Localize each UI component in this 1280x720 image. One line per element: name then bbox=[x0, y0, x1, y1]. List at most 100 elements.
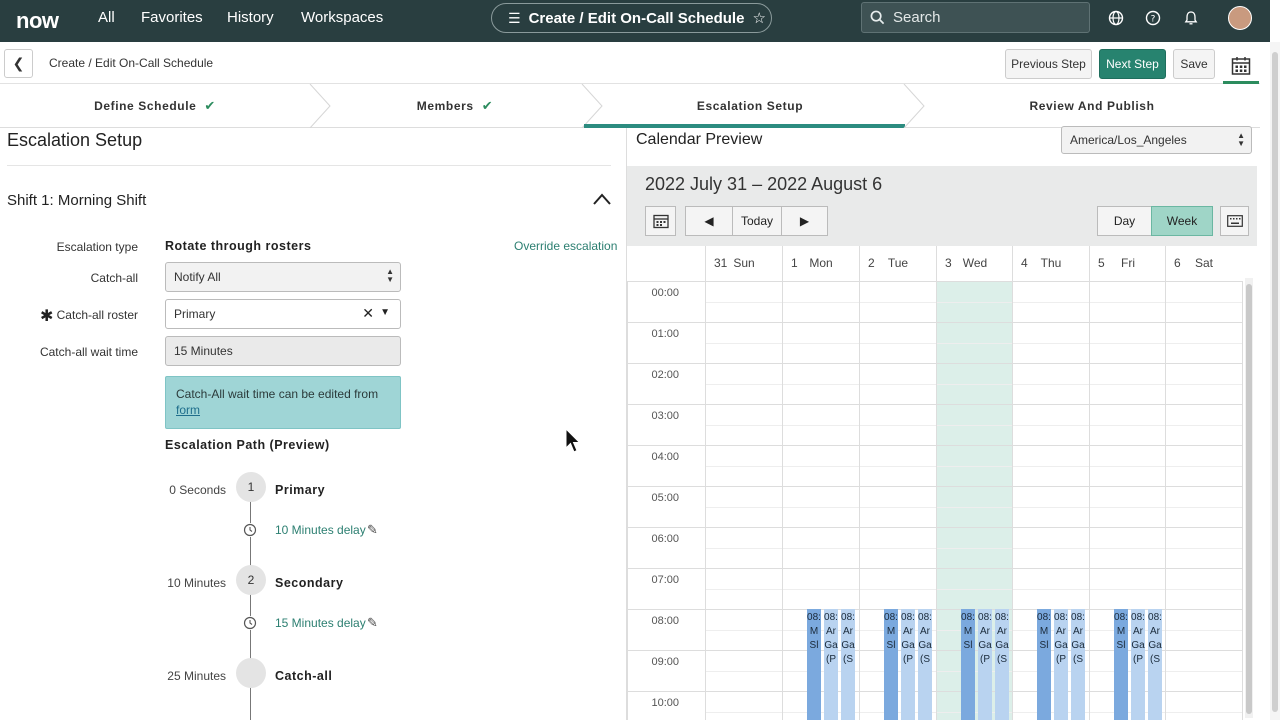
shift-event[interactable]: 08: Ar Ga (P bbox=[1054, 609, 1068, 720]
event-text: (P bbox=[1056, 654, 1066, 665]
nav-link-history[interactable]: History bbox=[227, 9, 274, 26]
day-header[interactable]: 31 Sun bbox=[705, 246, 782, 281]
step-members[interactable]: Members ✔ bbox=[330, 84, 580, 128]
scroll-thumb[interactable] bbox=[1246, 284, 1252, 714]
context-title-pill[interactable]: ☰ Create / Edit On-Call Schedule ☆ bbox=[491, 3, 772, 33]
star-icon[interactable]: ☆ bbox=[752, 9, 765, 27]
search-input[interactable] bbox=[893, 9, 1073, 26]
day-header[interactable]: 1 Mon bbox=[782, 246, 859, 281]
globe-icon[interactable] bbox=[1107, 9, 1125, 27]
mouse-cursor-icon bbox=[565, 428, 581, 453]
timezone-select[interactable]: America/Los_Angeles ▲ ▼ bbox=[1061, 126, 1252, 154]
week-view-button[interactable]: Week bbox=[1151, 206, 1213, 236]
catch-all-select[interactable]: Notify All ▲ ▼ bbox=[165, 262, 401, 292]
shift-event[interactable]: 08: Ar Ga (P bbox=[901, 609, 915, 720]
shift-event[interactable]: 08: Ar Ga (S bbox=[995, 609, 1009, 720]
nav-link-favorites[interactable]: Favorites bbox=[141, 9, 203, 26]
event-text: M bbox=[886, 626, 896, 637]
clear-icon[interactable]: ✕ bbox=[362, 305, 374, 322]
keyboard-button[interactable] bbox=[1220, 206, 1249, 236]
day-header[interactable]: 2 Tue bbox=[859, 246, 936, 281]
shift-event[interactable]: 08: Ar Ga (S bbox=[1071, 609, 1085, 720]
override-escalation-link[interactable]: Override escalation bbox=[514, 239, 617, 253]
select-arrows-icon: ▲ ▼ bbox=[386, 267, 394, 284]
bell-icon[interactable] bbox=[1182, 9, 1200, 27]
half-hour-line bbox=[705, 507, 1243, 508]
event-text: Ga bbox=[1148, 640, 1162, 651]
page-scrollbar[interactable] bbox=[1270, 42, 1280, 720]
next-step-button[interactable]: Next Step bbox=[1099, 49, 1166, 79]
shift-event[interactable]: 08: M Sl bbox=[1114, 609, 1128, 720]
info-form-link[interactable]: form bbox=[176, 403, 200, 417]
servicenow-logo[interactable]: now bbox=[16, 8, 59, 34]
hour-row: 00:00 bbox=[627, 281, 1243, 322]
catch-all-roster-value: Primary bbox=[174, 307, 216, 321]
date-picker-button[interactable] bbox=[645, 206, 676, 236]
day-header[interactable]: 3 Wed bbox=[936, 246, 1013, 281]
hour-label: 01:00 bbox=[651, 328, 679, 340]
path-step-time: 0 Seconds bbox=[169, 483, 226, 497]
hour-label: 02:00 bbox=[651, 369, 679, 381]
event-text: 08: bbox=[841, 612, 855, 623]
scroll-thumb[interactable] bbox=[1272, 52, 1278, 712]
hour-label: 00:00 bbox=[651, 287, 679, 299]
previous-step-button[interactable]: Previous Step bbox=[1005, 49, 1092, 79]
shift-event[interactable]: 08: M Sl bbox=[884, 609, 898, 720]
hour-row: 02:00 bbox=[627, 363, 1243, 404]
day-header[interactable]: 5 Fri bbox=[1089, 246, 1166, 281]
path-step-name: Catch-all bbox=[275, 669, 333, 683]
event-text: Sl bbox=[886, 640, 896, 651]
event-text: 08: bbox=[978, 612, 992, 623]
escalation-type-value: Rotate through rosters bbox=[165, 239, 312, 253]
calendar-scrollbar[interactable] bbox=[1245, 278, 1253, 718]
day-header[interactable]: 6 Sat bbox=[1165, 246, 1242, 281]
global-search[interactable] bbox=[861, 2, 1090, 33]
shift-event[interactable]: 08: M Sl bbox=[807, 609, 821, 720]
pencil-icon[interactable]: ✎ bbox=[367, 522, 378, 538]
path-step-name: Secondary bbox=[275, 576, 344, 590]
step-review-and-publish[interactable]: Review And Publish bbox=[924, 84, 1260, 128]
day-divider bbox=[936, 281, 937, 720]
user-avatar[interactable] bbox=[1228, 6, 1252, 30]
save-button[interactable]: Save bbox=[1173, 49, 1215, 79]
today-button[interactable]: Today bbox=[732, 206, 782, 236]
select-arrows-icon: ▲ ▼ bbox=[1237, 131, 1245, 148]
nav-link-workspaces[interactable]: Workspaces bbox=[301, 9, 383, 26]
shift-event[interactable]: 08: Ar Ga (P bbox=[824, 609, 838, 720]
back-button[interactable]: ❮ bbox=[4, 49, 33, 78]
shift-event[interactable]: 08: Ar Ga (S bbox=[1148, 609, 1162, 720]
event-text: M bbox=[809, 626, 819, 637]
pencil-icon[interactable]: ✎ bbox=[367, 615, 378, 631]
event-text: (S bbox=[1150, 654, 1160, 665]
shift-event[interactable]: 08: Ar Ga (S bbox=[841, 609, 855, 720]
shift-event[interactable]: 08: M Sl bbox=[1037, 609, 1051, 720]
chevron-up-icon[interactable] bbox=[592, 190, 612, 211]
shift-event[interactable]: 08: Ar Ga (S bbox=[918, 609, 932, 720]
nav-link-all[interactable]: All bbox=[98, 9, 115, 26]
wizard-steps: Define Schedule ✔ Members ✔ Escalation Set… bbox=[0, 84, 1260, 128]
event-text: 08: bbox=[995, 612, 1009, 623]
escalation-type-label: Escalation type bbox=[56, 240, 138, 254]
day-view-button[interactable]: Day bbox=[1097, 206, 1152, 236]
step-escalation-setup[interactable]: Escalation Setup bbox=[600, 84, 900, 128]
event-text: M bbox=[1039, 626, 1049, 637]
path-delay-link[interactable]: 15 Minutes delay bbox=[275, 616, 366, 630]
calendar-preview-toggle[interactable] bbox=[1223, 50, 1259, 84]
path-step-number bbox=[236, 658, 266, 688]
next-week-button[interactable]: ▶ bbox=[781, 206, 828, 236]
shift-event[interactable]: 08: M Sl bbox=[961, 609, 975, 720]
dropdown-arrow-icon[interactable]: ▼ bbox=[380, 307, 390, 318]
checkmark-icon: ✔ bbox=[204, 98, 216, 113]
help-icon[interactable]: ? bbox=[1144, 9, 1162, 27]
previous-week-button[interactable]: ◀ bbox=[685, 206, 733, 236]
path-delay-link[interactable]: 10 Minutes delay bbox=[275, 523, 366, 537]
day-header[interactable]: 4 Thu bbox=[1012, 246, 1089, 281]
step-define-schedule[interactable]: Define Schedule ✔ bbox=[0, 84, 310, 128]
escalation-setup-panel: Escalation Setup Shift 1: Morning Shift … bbox=[0, 128, 625, 720]
hour-row: 06:00 bbox=[627, 527, 1243, 568]
event-text: 08: bbox=[1037, 612, 1051, 623]
shift-event[interactable]: 08: Ar Ga (P bbox=[978, 609, 992, 720]
catch-all-roster-field[interactable]: Primary ✕ ▼ bbox=[165, 299, 401, 329]
event-text: 08: bbox=[961, 612, 975, 623]
shift-event[interactable]: 08: Ar Ga (P bbox=[1131, 609, 1145, 720]
